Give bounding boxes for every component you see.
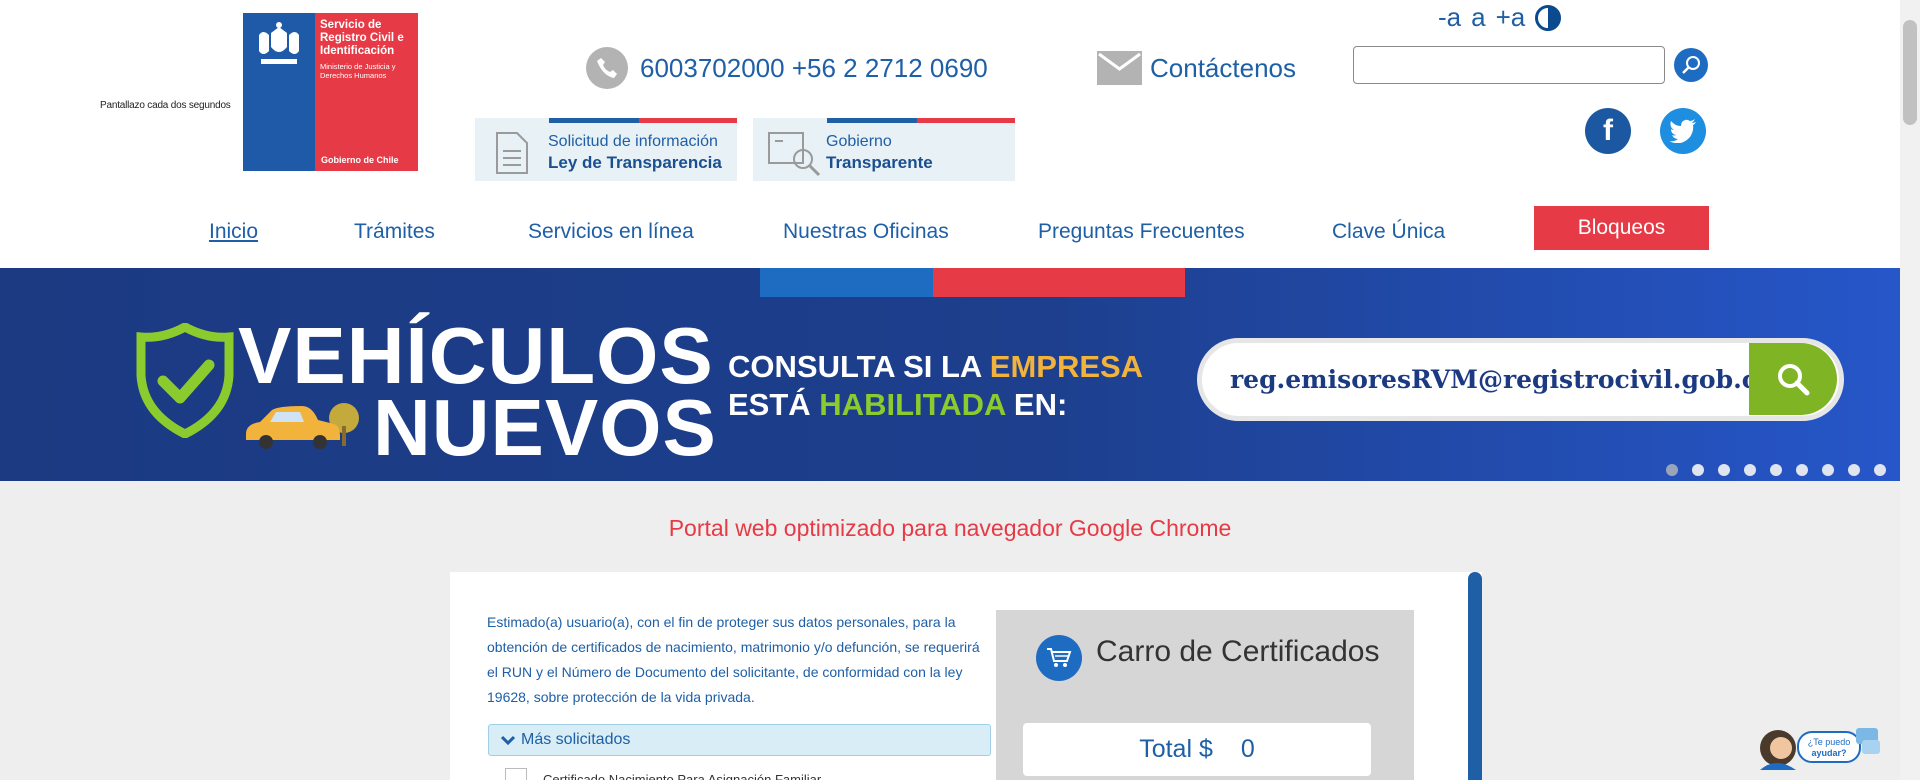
- help-chat-widget[interactable]: ¿Te puedo ayudar?: [1756, 726, 1881, 771]
- hero-consulta-text: CONSULTA SI LA EMPRESA ESTÁ HABILITADA E…: [728, 348, 1143, 424]
- carousel-dots: [1666, 464, 1886, 476]
- carousel-dot[interactable]: [1744, 464, 1756, 476]
- logo-red-panel: Servicio de Registro Civil e Identificac…: [315, 13, 418, 171]
- gobierno-text: Gobierno Transparente: [826, 132, 933, 174]
- coat-of-arms-icon: [259, 22, 299, 64]
- hero-title-line2: NUEVOS: [373, 383, 717, 472]
- button-top-bar-blue: [827, 118, 917, 123]
- font-decrease-button[interactable]: -a: [1438, 2, 1461, 33]
- page-scroll-thumb[interactable]: [1903, 20, 1917, 125]
- carousel-dot[interactable]: [1770, 464, 1782, 476]
- cart-title: Carro de Certificados: [1096, 635, 1380, 668]
- registro-civil-logo[interactable]: Servicio de Registro Civil e Identificac…: [243, 13, 418, 171]
- nav-item-oficinas[interactable]: Nuestras Oficinas: [783, 220, 949, 244]
- mail-icon: [1097, 51, 1142, 85]
- car-icon: [246, 403, 359, 449]
- hero-email-pill: reg.emisoresRVM@registrocivil.gob.cl: [1197, 338, 1844, 421]
- certificates-card: Estimado(a) usuario(a), con el fin de pr…: [450, 572, 1482, 780]
- carousel-dot[interactable]: [1822, 464, 1834, 476]
- help-label-line1: ¿Te puedo: [1808, 737, 1851, 747]
- cart-total: Total $ 0: [1023, 723, 1371, 776]
- font-normal-button[interactable]: a: [1471, 2, 1485, 33]
- button-top-bar-blue: [549, 118, 639, 123]
- carousel-dot[interactable]: [1874, 464, 1886, 476]
- twitter-icon[interactable]: [1660, 108, 1706, 154]
- hero-tab-red: [933, 268, 1185, 297]
- gobierno-transparente-button[interactable]: Gobierno Transparente: [753, 118, 1015, 181]
- phone-contact[interactable]: 6003702000 +56 2 2712 0690: [586, 47, 988, 89]
- button-top-bar-red: [639, 118, 737, 123]
- header: Pantallazo cada dos segundos Servicio de…: [0, 0, 1900, 268]
- font-size-controls: -a a +a: [1438, 2, 1562, 33]
- search-icon: [1682, 56, 1700, 74]
- page: Pantallazo cada dos segundos Servicio de…: [0, 0, 1920, 780]
- certificate-cart: Carro de Certificados Total $ 0: [996, 610, 1414, 780]
- carousel-dot[interactable]: [1692, 464, 1704, 476]
- mas-solicitados-accordion[interactable]: Más solicitados: [488, 724, 991, 756]
- bloqueos-button[interactable]: Bloqueos: [1534, 206, 1709, 250]
- certificate-label: Certificado Nacimiento Para Asignación F…: [543, 771, 822, 780]
- contact-label: Contáctenos: [1150, 52, 1296, 83]
- shield-check-icon: [136, 323, 234, 438]
- help-label-line2: ayudar?: [1811, 748, 1846, 758]
- transparency-request-button[interactable]: Solicitud de información Ley de Transpar…: [475, 118, 737, 181]
- button-top-bar-red: [917, 118, 1015, 123]
- phone-number: 6003702000 +56 2 2712 0690: [640, 52, 988, 83]
- shopping-cart-icon: [1036, 635, 1082, 681]
- magnifier-document-icon: [768, 132, 821, 177]
- nav-item-inicio[interactable]: Inicio: [209, 220, 258, 244]
- privacy-notice: Estimado(a) usuario(a), con el fin de pr…: [487, 614, 980, 705]
- consulta-line1-a: CONSULTA SI LA: [728, 349, 990, 384]
- carousel-dot[interactable]: [1718, 464, 1730, 476]
- main-content: Portal web optimizado para navegador Goo…: [0, 481, 1900, 780]
- page-scrollbar[interactable]: [1900, 0, 1920, 780]
- cart-total-value: 0: [1240, 735, 1255, 763]
- hero-search-button[interactable]: [1749, 343, 1837, 415]
- chevron-down-icon: [501, 735, 515, 745]
- nav-item-preguntas[interactable]: Preguntas Frecuentes: [1038, 220, 1245, 244]
- document-icon: [496, 132, 528, 174]
- logo-blue-panel: [243, 13, 315, 171]
- nav-item-tramites[interactable]: Trámites: [354, 220, 435, 244]
- logo-subtitle: Ministerio de Justicia y Derechos Humano…: [320, 62, 396, 80]
- search-input[interactable]: [1353, 46, 1665, 84]
- carousel-dot[interactable]: [1666, 464, 1678, 476]
- transparency-text: Solicitud de información Ley de Transpar…: [548, 132, 722, 174]
- consulta-line1-b: EMPRESA: [989, 349, 1144, 384]
- contrast-icon[interactable]: [1535, 4, 1562, 31]
- search-icon: [1778, 364, 1810, 396]
- hero-banner[interactable]: VEHÍCULOS NUEVOS CONSULTA SI LA EMPRESA …: [0, 268, 1900, 481]
- hero-email: reg.emisoresRVM@registrocivil.gob.cl: [1230, 365, 1767, 394]
- search-button[interactable]: [1674, 48, 1708, 82]
- gobierno-line1: Gobierno: [826, 133, 892, 150]
- cart-total-label: Total $: [1139, 735, 1213, 763]
- card-scrollbar[interactable]: [1468, 572, 1482, 780]
- transparency-line2: Ley de Transparencia: [548, 153, 722, 172]
- certificate-checkbox[interactable]: [505, 768, 527, 780]
- consulta-line2-c: EN:: [1005, 387, 1068, 422]
- certificate-option[interactable]: Certificado Nacimiento Para Asignación F…: [505, 768, 821, 780]
- contact-link[interactable]: Contáctenos: [1097, 51, 1296, 85]
- phone-icon: [586, 47, 628, 89]
- nav-item-servicios[interactable]: Servicios en línea: [528, 220, 694, 244]
- carousel-dot[interactable]: [1796, 464, 1808, 476]
- font-increase-button[interactable]: +a: [1496, 2, 1526, 33]
- logo-footer: Gobierno de Chile: [321, 155, 399, 165]
- refresh-note: Pantallazo cada dos segundos: [100, 100, 231, 111]
- consulta-line2-b: HABILITADA: [819, 387, 1006, 422]
- facebook-icon[interactable]: f: [1585, 108, 1631, 154]
- accordion-label: Más solicitados: [521, 731, 631, 748]
- chrome-notice: Portal web optimizado para navegador Goo…: [668, 515, 1232, 541]
- transparency-line1: Solicitud de información: [548, 133, 718, 150]
- nav-item-clave-unica[interactable]: Clave Única: [1332, 220, 1445, 244]
- consulta-line2-a: ESTÁ: [728, 387, 820, 422]
- carousel-dot[interactable]: [1848, 464, 1860, 476]
- gobierno-line2: Transparente: [826, 153, 933, 172]
- logo-title: Servicio de Registro Civil e Identificac…: [320, 19, 404, 57]
- hero-tab-blue: [760, 268, 933, 297]
